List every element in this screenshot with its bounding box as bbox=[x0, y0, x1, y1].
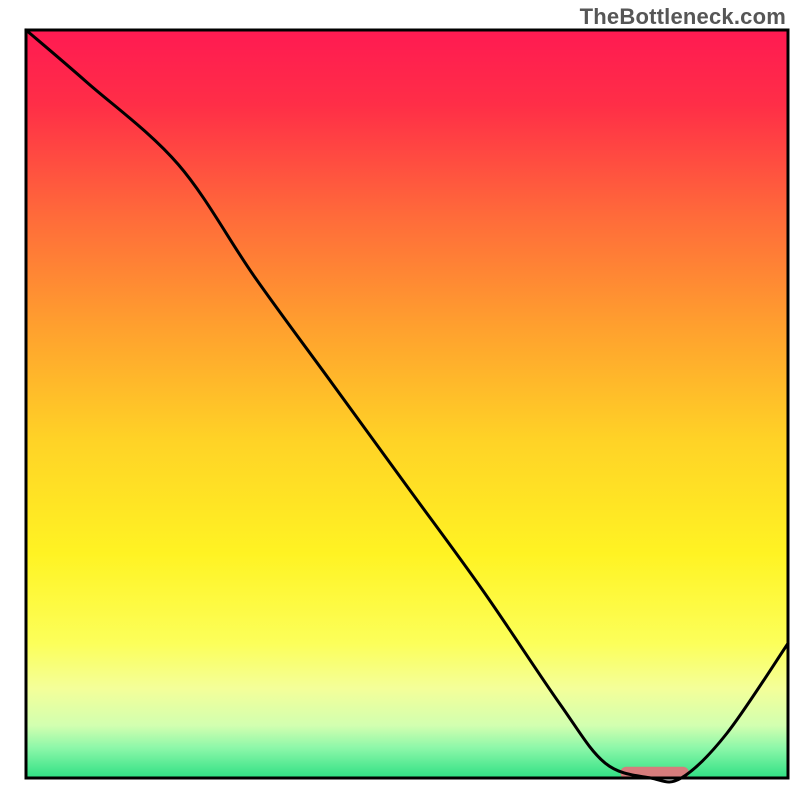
bottleneck-chart bbox=[0, 0, 800, 800]
chart-background bbox=[26, 30, 788, 778]
watermark-label: TheBottleneck.com bbox=[580, 4, 786, 30]
plot-area bbox=[26, 30, 788, 782]
